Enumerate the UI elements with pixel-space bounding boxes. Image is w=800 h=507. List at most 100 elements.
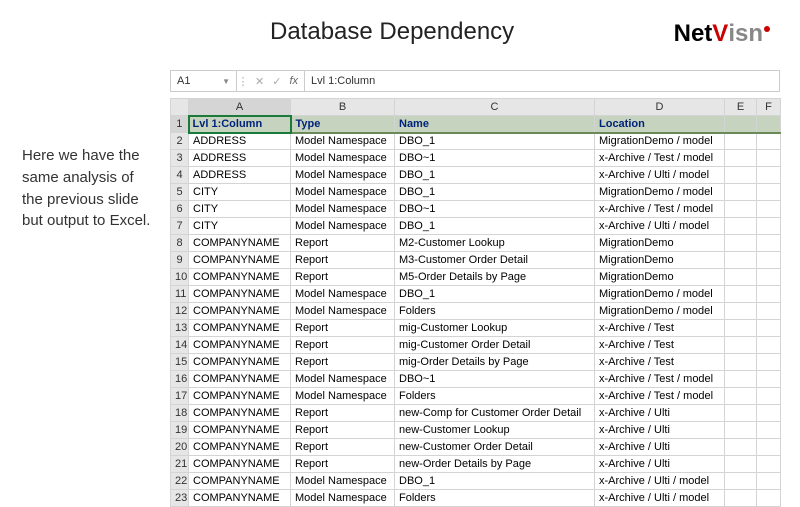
cell[interactable] (757, 354, 781, 371)
cell[interactable]: Model Namespace (291, 150, 395, 167)
cell[interactable] (757, 337, 781, 354)
cell[interactable] (757, 320, 781, 337)
column-header-c[interactable]: C (395, 99, 595, 116)
cell[interactable]: ADDRESS (189, 150, 291, 167)
column-header-a[interactable]: A (189, 99, 291, 116)
cell[interactable] (757, 116, 781, 133)
cell[interactable]: M5-Order Details by Page (395, 269, 595, 286)
cell[interactable] (725, 439, 757, 456)
cell[interactable]: Model Namespace (291, 303, 395, 320)
cell[interactable] (757, 456, 781, 473)
cell[interactable] (725, 320, 757, 337)
cell[interactable]: Model Namespace (291, 286, 395, 303)
cell[interactable] (725, 354, 757, 371)
row-header[interactable]: 22 (171, 473, 189, 490)
formula-value[interactable]: Lvl 1:Column (305, 75, 779, 87)
cell[interactable]: new-Customer Order Detail (395, 439, 595, 456)
cell[interactable]: COMPANYNAME (189, 439, 291, 456)
cell[interactable]: x-Archive / Test / model (595, 371, 725, 388)
cell[interactable]: MigrationDemo (595, 235, 725, 252)
row-header[interactable]: 9 (171, 252, 189, 269)
cell[interactable]: COMPANYNAME (189, 371, 291, 388)
cell[interactable]: x-Archive / Test / model (595, 201, 725, 218)
cell[interactable] (757, 405, 781, 422)
cell[interactable]: new-Customer Lookup (395, 422, 595, 439)
cell[interactable]: M3-Customer Order Detail (395, 252, 595, 269)
cell[interactable]: MigrationDemo / model (595, 303, 725, 320)
cell[interactable]: DBO_1 (395, 184, 595, 201)
row-header[interactable]: 8 (171, 235, 189, 252)
row-header[interactable]: 11 (171, 286, 189, 303)
cell[interactable]: COMPANYNAME (189, 269, 291, 286)
cell[interactable]: Folders (395, 388, 595, 405)
cell[interactable] (725, 235, 757, 252)
cell[interactable]: DBO_1 (395, 286, 595, 303)
cell[interactable] (725, 252, 757, 269)
cell[interactable] (725, 405, 757, 422)
cell[interactable] (725, 337, 757, 354)
cell[interactable]: DBO_1 (395, 473, 595, 490)
row-header[interactable]: 2 (171, 133, 189, 150)
cell[interactable]: Report (291, 252, 395, 269)
cell[interactable]: MigrationDemo / model (595, 133, 725, 150)
cell[interactable]: x-Archive / Ulti (595, 422, 725, 439)
cell[interactable]: COMPANYNAME (189, 354, 291, 371)
cell[interactable] (757, 150, 781, 167)
cell[interactable] (725, 150, 757, 167)
cell[interactable]: COMPANYNAME (189, 490, 291, 507)
cell[interactable] (757, 388, 781, 405)
cell[interactable] (725, 218, 757, 235)
fx-icon[interactable]: fx (289, 75, 298, 87)
cell[interactable] (757, 167, 781, 184)
cell[interactable]: Model Namespace (291, 201, 395, 218)
cell[interactable] (757, 252, 781, 269)
row-header[interactable]: 16 (171, 371, 189, 388)
cell[interactable] (725, 167, 757, 184)
cell[interactable]: x-Archive / Ulti / model (595, 218, 725, 235)
cancel-icon[interactable]: ✕ (255, 75, 264, 88)
cell[interactable]: MigrationDemo (595, 252, 725, 269)
cell[interactable]: Model Namespace (291, 490, 395, 507)
cell[interactable]: COMPANYNAME (189, 456, 291, 473)
cell[interactable]: COMPANYNAME (189, 320, 291, 337)
cell[interactable]: COMPANYNAME (189, 235, 291, 252)
row-header[interactable]: 19 (171, 422, 189, 439)
cell[interactable]: COMPANYNAME (189, 303, 291, 320)
row-header[interactable]: 6 (171, 201, 189, 218)
cell[interactable] (757, 286, 781, 303)
cell[interactable] (725, 473, 757, 490)
cell[interactable] (725, 388, 757, 405)
cell[interactable]: x-Archive / Test (595, 320, 725, 337)
column-header-d[interactable]: D (595, 99, 725, 116)
cell[interactable] (725, 269, 757, 286)
cell[interactable]: Report (291, 422, 395, 439)
cell[interactable]: x-Archive / Ulti / model (595, 490, 725, 507)
cell[interactable]: new-Comp for Customer Order Detail (395, 405, 595, 422)
cell[interactable]: x-Archive / Ulti (595, 405, 725, 422)
cell[interactable]: Name (395, 116, 595, 133)
cell[interactable] (725, 422, 757, 439)
cell[interactable]: Model Namespace (291, 218, 395, 235)
row-header[interactable]: 20 (171, 439, 189, 456)
confirm-icon[interactable]: ✓ (272, 75, 281, 88)
row-header[interactable]: 23 (171, 490, 189, 507)
cell[interactable] (757, 133, 781, 150)
cell[interactable]: MigrationDemo / model (595, 286, 725, 303)
cell[interactable] (725, 456, 757, 473)
row-header[interactable]: 14 (171, 337, 189, 354)
cell[interactable]: COMPANYNAME (189, 337, 291, 354)
cell[interactable]: COMPANYNAME (189, 422, 291, 439)
cell[interactable]: x-Archive / Ulti / model (595, 167, 725, 184)
cell[interactable]: COMPANYNAME (189, 252, 291, 269)
cell[interactable]: Model Namespace (291, 184, 395, 201)
row-header[interactable]: 17 (171, 388, 189, 405)
cell[interactable] (757, 439, 781, 456)
name-box[interactable]: A1 ▼ (171, 71, 237, 91)
cell[interactable]: x-Archive / Test / model (595, 388, 725, 405)
row-header[interactable]: 21 (171, 456, 189, 473)
cell[interactable]: DBO_1 (395, 167, 595, 184)
cell[interactable]: mig-Customer Order Detail (395, 337, 595, 354)
chevron-down-icon[interactable]: ▼ (222, 77, 230, 86)
cell[interactable]: Lvl 1:Column (189, 116, 291, 133)
cell[interactable]: Report (291, 235, 395, 252)
